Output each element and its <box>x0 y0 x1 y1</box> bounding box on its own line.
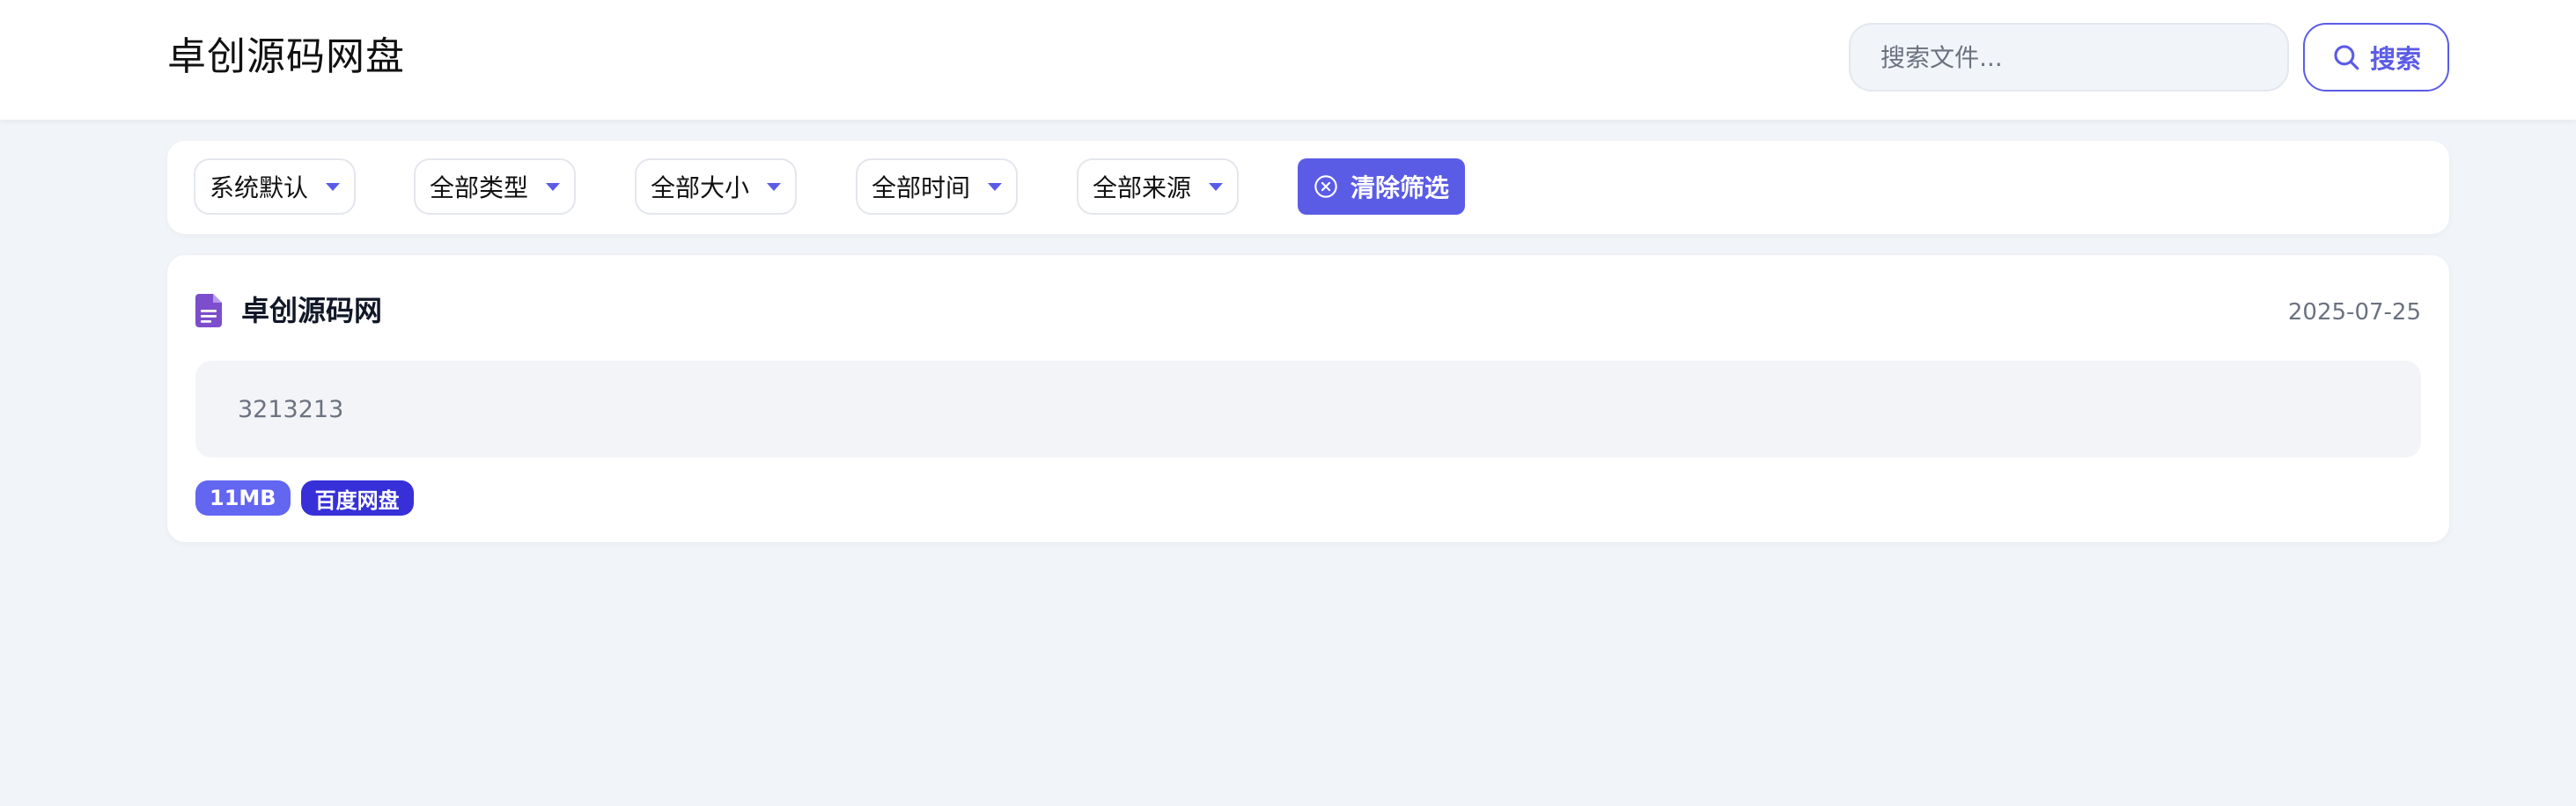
top-header: 卓创源码网盘 搜索 <box>0 0 2576 120</box>
caret-down-icon <box>988 182 1003 191</box>
caret-down-icon <box>767 182 782 191</box>
result-tags: 11MB 百度网盘 <box>195 480 414 516</box>
type-filter-select[interactable]: 全部类型 <box>414 158 577 215</box>
clear-filters-button[interactable]: 清除筛选 <box>1298 158 1465 215</box>
document-icon <box>195 294 222 327</box>
sort-filter-select[interactable]: 系统默认 <box>194 158 357 215</box>
source-filter-label: 全部来源 <box>1093 173 1192 202</box>
caret-down-icon <box>1209 182 1224 191</box>
site-title: 卓创源码网盘 <box>167 34 405 79</box>
time-filter-select[interactable]: 全部时间 <box>856 158 1019 215</box>
close-circle-icon <box>1314 175 1337 198</box>
source-filter-select[interactable]: 全部来源 <box>1077 158 1240 215</box>
sort-filter-label: 系统默认 <box>210 173 309 202</box>
result-title[interactable]: 卓创源码网 <box>241 292 382 329</box>
search-input[interactable] <box>1849 23 2289 92</box>
result-date: 2025-07-25 <box>2287 299 2421 326</box>
search-button-label: 搜索 <box>2369 44 2421 74</box>
time-filter-label: 全部时间 <box>872 173 971 202</box>
caret-down-icon <box>326 182 341 191</box>
search-button[interactable]: 搜索 <box>2303 23 2449 92</box>
size-tag: 11MB <box>195 480 291 516</box>
source-tag: 百度网盘 <box>300 480 414 516</box>
caret-down-icon <box>546 182 561 191</box>
result-card: 卓创源码网 2025-07-25 3213213 11MB 百度网盘 <box>167 255 2449 542</box>
search-icon <box>2334 45 2359 70</box>
size-filter-select[interactable]: 全部大小 <box>635 158 798 215</box>
size-filter-label: 全部大小 <box>651 173 750 202</box>
clear-filters-label: 清除筛选 <box>1350 173 1449 202</box>
type-filter-label: 全部类型 <box>430 173 529 202</box>
filter-bar: 系统默认 全部类型 全部大小 全部时间 全部来源 清除筛选 <box>167 141 2449 234</box>
result-description-text: 3213213 <box>238 395 344 423</box>
result-description: 3213213 <box>195 361 2421 458</box>
